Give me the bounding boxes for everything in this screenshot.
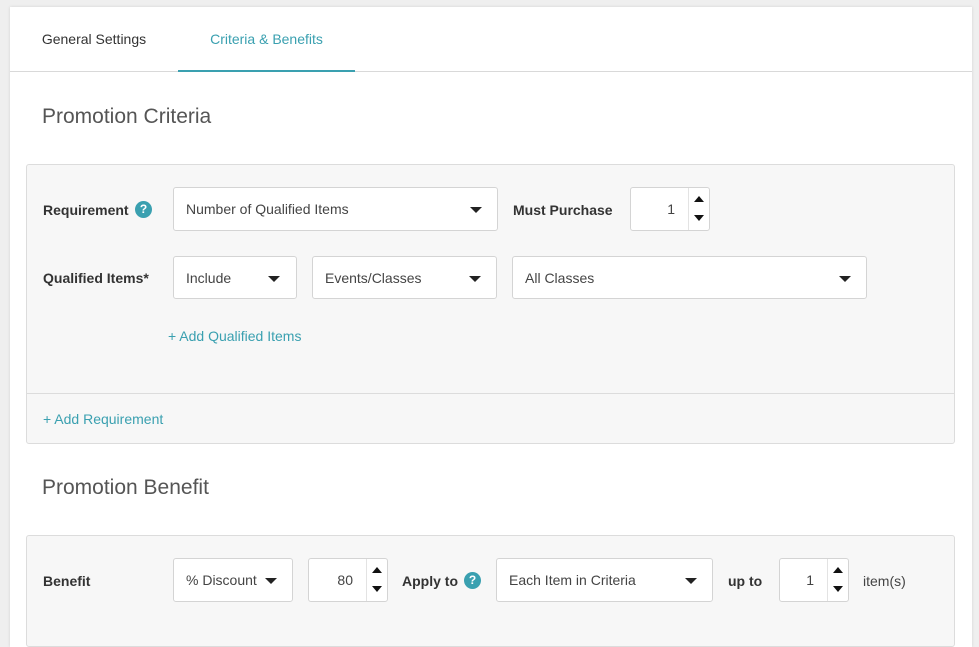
- increment-button[interactable]: [367, 559, 387, 580]
- up-to-stepper[interactable]: 1: [779, 558, 849, 602]
- item-category-value: Events/Classes: [325, 269, 422, 286]
- benefit-panel: Benefit % Discount 80 Apply to ? Each It…: [26, 535, 955, 647]
- classes-select[interactable]: All Classes: [512, 256, 867, 299]
- settings-card: General Settings Criteria & Benefits Pro…: [10, 7, 972, 647]
- add-qualified-items-link[interactable]: + Add Qualified Items: [168, 328, 301, 344]
- decrement-button[interactable]: [828, 580, 848, 601]
- caret-down-icon: [268, 275, 280, 282]
- decrement-button[interactable]: [689, 209, 709, 230]
- apply-to-value: Each Item in Criteria: [509, 572, 636, 588]
- tab-criteria-benefits[interactable]: Criteria & Benefits: [178, 7, 355, 72]
- help-circle-icon[interactable]: ?: [135, 201, 152, 218]
- qualified-items-label: Qualified Items*: [43, 270, 149, 286]
- criteria-panel: Requirement ? Number of Qualified Items …: [26, 164, 955, 444]
- must-purchase-label: Must Purchase: [513, 202, 613, 218]
- tab-general-settings[interactable]: General Settings: [10, 7, 178, 71]
- promotion-criteria-title: Promotion Criteria: [42, 105, 212, 128]
- requirement-select[interactable]: Number of Qualified Items: [173, 187, 498, 231]
- caret-down-icon: [469, 275, 481, 282]
- up-to-value: 1: [806, 572, 814, 588]
- discount-type-value: % Discount: [186, 572, 257, 588]
- must-purchase-stepper[interactable]: 1: [630, 187, 710, 231]
- triangle-up-icon: [694, 196, 704, 202]
- triangle-down-icon: [833, 586, 843, 592]
- item-category-select[interactable]: Events/Classes: [312, 256, 497, 299]
- panel-divider: [27, 393, 954, 394]
- caret-down-icon: [470, 207, 482, 213]
- triangle-down-icon: [694, 215, 704, 221]
- stepper-controls: [688, 188, 709, 230]
- tab-bar: General Settings Criteria & Benefits: [10, 7, 972, 72]
- classes-select-value: All Classes: [525, 269, 595, 286]
- increment-button[interactable]: [689, 188, 709, 209]
- increment-button[interactable]: [828, 559, 848, 580]
- apply-to-label: Apply to: [402, 573, 458, 589]
- up-to-label: up to: [728, 573, 763, 589]
- add-requirement-link[interactable]: + Add Requirement: [43, 411, 163, 427]
- stepper-controls: [366, 559, 387, 601]
- caret-down-icon: [685, 578, 697, 584]
- caret-down-icon: [265, 578, 277, 584]
- discount-value-stepper[interactable]: 80: [308, 558, 388, 602]
- promotion-benefit-title: Promotion Benefit: [42, 476, 209, 499]
- decrement-button[interactable]: [367, 580, 387, 601]
- requirement-label: Requirement: [43, 202, 129, 218]
- triangle-up-icon: [833, 567, 843, 573]
- unit-label: item(s): [863, 573, 906, 589]
- include-select-value: Include: [186, 269, 232, 286]
- discount-type-select[interactable]: % Discount: [173, 558, 293, 602]
- discount-value: 80: [337, 572, 353, 588]
- caret-down-icon: [839, 275, 851, 282]
- include-select[interactable]: Include: [173, 256, 297, 299]
- help-circle-icon[interactable]: ?: [464, 572, 481, 589]
- benefit-label: Benefit: [43, 573, 91, 589]
- triangle-up-icon: [372, 567, 382, 573]
- apply-to-select[interactable]: Each Item in Criteria: [496, 558, 713, 602]
- stepper-controls: [827, 559, 848, 601]
- must-purchase-value: 1: [667, 201, 675, 217]
- requirement-select-value: Number of Qualified Items: [186, 201, 349, 217]
- triangle-down-icon: [372, 586, 382, 592]
